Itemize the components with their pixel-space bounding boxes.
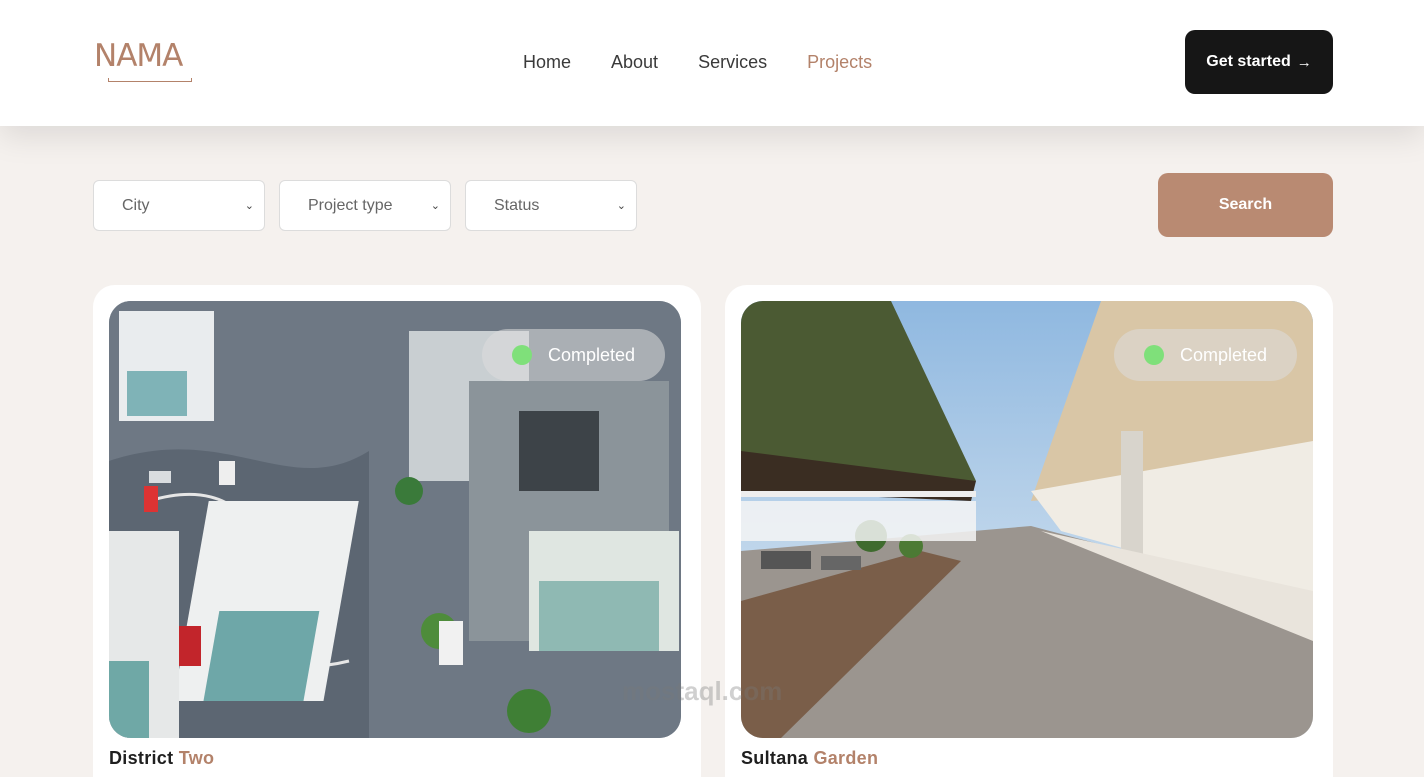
status-dot-icon [1143, 345, 1164, 365]
project-title-main: District [109, 748, 174, 768]
logo-underline [108, 78, 192, 82]
project-type-select[interactable]: Project type ⌄ [279, 180, 451, 231]
city-select[interactable]: City ⌄ [93, 180, 265, 231]
logo[interactable]: NAMA [94, 38, 210, 86]
project-title-accent: Garden [813, 748, 879, 768]
project-title-accent: Two [178, 748, 215, 768]
status-badge: Completed [481, 329, 665, 381]
arrow-right-icon: → [1296, 53, 1312, 71]
chevron-down-icon: ⌄ [244, 200, 254, 212]
nav-about[interactable]: About [611, 50, 658, 74]
nav-projects[interactable]: Projects [807, 50, 872, 74]
nav-home[interactable]: Home [523, 50, 571, 74]
site-header: NAMA Home About Services Projects Get st… [0, 0, 1424, 126]
project-title[interactable]: Sultana Garden [741, 748, 878, 769]
status-badge: Completed [1113, 329, 1297, 381]
project-title[interactable]: District Two [109, 748, 214, 769]
status-label: Completed [547, 344, 635, 365]
search-button[interactable]: Search [1158, 173, 1333, 237]
watermark: mostaql.com [622, 676, 783, 706]
get-started-button[interactable]: Get started → [1185, 30, 1333, 94]
nav-services[interactable]: Services [698, 50, 767, 74]
status-dot-icon [511, 345, 532, 365]
main-nav: Home About Services Projects [523, 50, 872, 74]
get-started-label: Get started [1206, 53, 1291, 70]
project-title-main: Sultana [741, 748, 809, 768]
project-image[interactable]: Completed [741, 301, 1313, 738]
status-label: Completed [1179, 344, 1267, 365]
status-select[interactable]: Status ⌄ [465, 180, 637, 231]
city-select-value: City [122, 196, 150, 214]
project-image[interactable]: Completed [109, 301, 681, 738]
chevron-down-icon: ⌄ [616, 200, 626, 212]
chevron-down-icon: ⌄ [430, 200, 440, 212]
project-type-select-value: Project type [308, 196, 393, 214]
logo-text: NAMA [94, 38, 183, 74]
status-select-value: Status [494, 196, 540, 214]
project-card[interactable]: Completed District Two [93, 285, 701, 777]
project-card[interactable]: Completed Sultana Garden [725, 285, 1333, 777]
